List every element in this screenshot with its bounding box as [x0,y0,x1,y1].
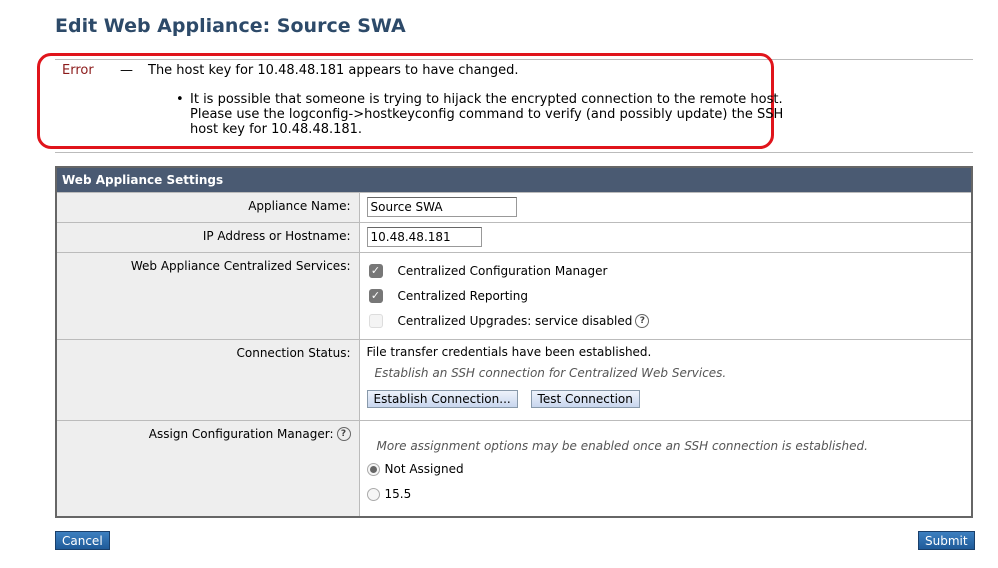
service-reporting[interactable]: ✓ Centralized Reporting [367,284,965,309]
error-label: Error [62,63,94,78]
assign-hint: More assignment options may be enabled o… [376,438,868,453]
error-detail-line: host key for 10.48.48.181. [190,122,363,137]
test-connection-button[interactable]: Test Connection [530,389,640,408]
checkbox-label: Centralized Reporting [397,289,528,303]
ip-input[interactable]: 10.48.48.181 [366,226,482,247]
page-title: Edit Web Appliance: Source SWA [55,15,406,37]
status-label: Connection Status: [55,338,360,421]
divider [55,152,973,153]
service-upgrades: Centralized Upgrades: service disabled? [367,309,965,334]
assign-label: Assign Configuration Manager: [148,426,334,441]
status-text: File transfer credentials have been esta… [366,344,652,359]
cancel-button[interactable]: Cancel [55,531,110,550]
radio-disabled [366,487,380,501]
appliance-name-label: Appliance Name: [55,191,360,223]
radio-not-assigned[interactable]: Not Assigned [366,457,965,482]
radio-selected[interactable] [366,462,380,476]
ip-label: IP Address or Hostname: [55,221,360,253]
settings-table: Web Appliance Settings Appliance Name: S… [55,166,973,518]
establish-connection-button[interactable]: Establish Connection... [366,389,518,408]
checkbox-label: Centralized Configuration Manager [397,264,608,278]
checkbox-checked[interactable]: ✓ [368,289,383,303]
bullet: • [176,92,184,107]
table-header: Web Appliance Settings [56,167,972,192]
error-dash: — [120,63,133,78]
radio-label: 15.5 [384,487,412,501]
error-detail-line: Please use the logconfig->hostkeyconfig … [190,107,784,122]
error-detail-line: It is possible that someone is trying to… [190,92,783,107]
help-icon[interactable]: ? [336,427,351,441]
service-config-manager[interactable]: ✓ Centralized Configuration Manager [367,259,965,284]
checkbox-checked[interactable]: ✓ [368,264,383,278]
help-icon[interactable]: ? [635,314,650,328]
submit-button[interactable]: Submit [918,531,975,550]
radio-15-5: 15.5 [366,482,965,507]
error-details: • It is possible that someone is trying … [176,92,784,137]
checkbox-disabled [368,314,383,328]
radio-label: Not Assigned [384,462,464,476]
checkbox-label: Centralized Upgrades: service disabled [397,314,633,328]
error-message: The host key for 10.48.48.181 appears to… [148,63,519,78]
appliance-name-input[interactable]: Source SWA [366,196,517,217]
status-hint: Establish an SSH connection for Centrali… [374,365,727,380]
services-label: Web Appliance Centralized Services: [55,251,360,340]
